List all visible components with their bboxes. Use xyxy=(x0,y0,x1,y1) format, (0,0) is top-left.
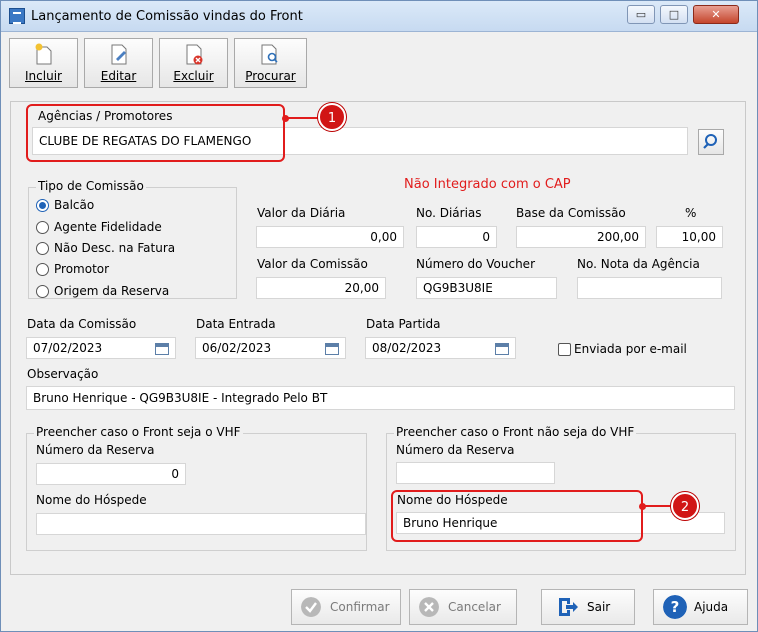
incluir-button[interactable]: Incluir xyxy=(9,38,78,88)
ajuda-button[interactable]: ? Ajuda xyxy=(653,589,748,625)
vhf-numero-reserva-label: Número da Reserva xyxy=(36,443,155,457)
vhf-nome-hospede-label: Nome do Hóspede xyxy=(36,493,147,507)
check-icon xyxy=(301,597,321,617)
cancelar-button[interactable]: Cancelar xyxy=(409,589,517,625)
data-comissao-value: 07/02/2023 xyxy=(33,341,103,355)
no-diarias-input[interactable]: 0 xyxy=(416,226,497,248)
editar-button[interactable]: Editar xyxy=(84,38,153,88)
delete-document-icon xyxy=(186,44,203,65)
excluir-label: Excluir xyxy=(173,69,214,83)
procurar-label: Procurar xyxy=(245,69,296,83)
data-partida-label: Data Partida xyxy=(366,317,441,331)
radio-nao-desc-fatura[interactable] xyxy=(36,242,49,255)
data-comissao-label: Data da Comissão xyxy=(27,317,137,331)
help-icon: ? xyxy=(663,595,687,619)
radio-balcao-label: Balcão xyxy=(54,198,95,212)
editar-label: Editar xyxy=(100,69,137,83)
callout-box-1 xyxy=(26,104,285,162)
confirmar-button[interactable]: Confirmar xyxy=(291,589,401,625)
valor-diaria-label: Valor da Diária xyxy=(257,206,346,220)
cancel-icon xyxy=(419,597,439,617)
data-partida-value: 08/02/2023 xyxy=(372,341,442,355)
vhf-numero-reserva-input[interactable]: 0 xyxy=(36,463,186,485)
data-comissao-input[interactable]: 07/02/2023 xyxy=(26,337,176,359)
enviada-email-checkbox[interactable] xyxy=(558,343,571,356)
sair-button[interactable]: Sair xyxy=(541,589,635,625)
svg-text:?: ? xyxy=(671,598,680,616)
main-window: Lançamento de Comissão vindas do Front ▭… xyxy=(0,0,758,632)
base-comissao-label: Base da Comissão xyxy=(516,206,626,220)
data-entrada-value: 06/02/2023 xyxy=(202,341,272,355)
vhf-nome-hospede-input[interactable] xyxy=(36,513,366,535)
no-nota-label: No. Nota da Agência xyxy=(577,257,700,271)
base-comissao-input[interactable]: 200,00 xyxy=(516,226,646,248)
callout-line-2 xyxy=(642,505,672,507)
search-document-icon xyxy=(261,44,278,65)
radio-agente-fidelidade[interactable] xyxy=(36,221,49,234)
excluir-button[interactable]: Excluir xyxy=(159,38,228,88)
data-entrada-label: Data Entrada xyxy=(196,317,276,331)
confirmar-label: Confirmar xyxy=(330,600,390,614)
sair-label: Sair xyxy=(587,600,611,614)
radio-origem-reserva-label: Origem da Reserva xyxy=(54,284,170,298)
vhf-group-legend: Preencher caso o Front seja o VHF xyxy=(34,425,243,439)
callout-badge-2: 2 xyxy=(671,492,699,520)
valor-comissao-input[interactable]: 20,00 xyxy=(256,277,386,299)
minimize-button[interactable]: ▭ xyxy=(627,5,655,24)
radio-balcao[interactable] xyxy=(36,199,49,212)
status-text: Não Integrado com o CAP xyxy=(404,177,571,192)
radio-agente-fidelidade-label: Agente Fidelidade xyxy=(54,220,162,234)
tipo-comissao-legend: Tipo de Comissão xyxy=(36,179,146,193)
search-icon xyxy=(703,134,717,149)
data-entrada-input[interactable]: 06/02/2023 xyxy=(195,337,346,359)
data-partida-input[interactable]: 08/02/2023 xyxy=(365,337,516,359)
exit-icon xyxy=(559,598,578,616)
observacao-label: Observação xyxy=(27,367,99,381)
callout-badge-1: 1 xyxy=(318,103,346,131)
close-button[interactable]: ✕ xyxy=(693,5,739,24)
incluir-label: Incluir xyxy=(25,69,62,83)
edit-document-icon xyxy=(111,44,127,65)
title-bar: Lançamento de Comissão vindas do Front ▭… xyxy=(1,1,757,32)
percent-label: % xyxy=(685,206,697,220)
enviada-email-label: Enviada por e-mail xyxy=(574,342,687,356)
radio-nao-desc-fatura-label: Não Desc. na Fatura xyxy=(54,241,176,255)
nao-vhf-numero-reserva-label: Número da Reserva xyxy=(396,443,515,457)
app-icon xyxy=(9,8,25,24)
radio-promotor[interactable] xyxy=(36,263,49,276)
maximize-button[interactable]: □ xyxy=(660,5,688,24)
percent-input[interactable]: 10,00 xyxy=(656,226,723,248)
numero-voucher-label: Número do Voucher xyxy=(416,257,535,271)
calendar-icon[interactable] xyxy=(325,343,339,355)
new-document-icon xyxy=(35,43,52,65)
nao-vhf-group-legend: Preencher caso o Front não seja do VHF xyxy=(394,425,637,439)
ajuda-label: Ajuda xyxy=(694,600,729,614)
window-title: Lançamento de Comissão vindas do Front xyxy=(31,9,303,24)
valor-diaria-input[interactable]: 0,00 xyxy=(256,226,404,248)
observacao-input[interactable]: Bruno Henrique - QG9B3U8IE - Integrado P… xyxy=(26,386,735,410)
no-diarias-label: No. Diárias xyxy=(416,206,482,220)
agencias-search-button[interactable] xyxy=(698,129,724,155)
callout-line-1 xyxy=(285,117,319,119)
nao-vhf-numero-reserva-input[interactable] xyxy=(396,462,555,484)
procurar-button[interactable]: Procurar xyxy=(234,38,307,88)
valor-comissao-label: Valor da Comissão xyxy=(257,257,368,271)
calendar-icon[interactable] xyxy=(155,343,169,355)
no-nota-input[interactable] xyxy=(577,277,722,299)
calendar-icon[interactable] xyxy=(495,343,509,355)
callout-box-2 xyxy=(391,490,643,542)
cancelar-label: Cancelar xyxy=(448,600,501,614)
radio-promotor-label: Promotor xyxy=(54,262,110,276)
numero-voucher-input[interactable]: QG9B3U8IE xyxy=(416,277,557,299)
radio-origem-reserva[interactable] xyxy=(36,285,49,298)
